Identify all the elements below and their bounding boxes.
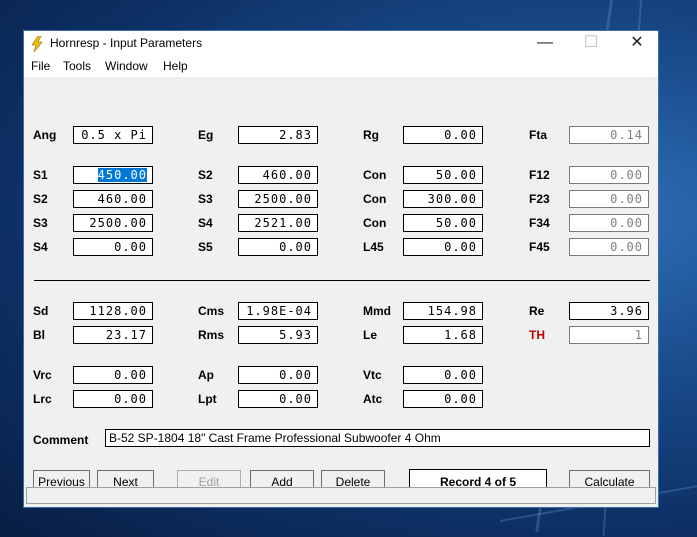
ang-field[interactable]: 0.5 x Pi [73,126,153,144]
s2-field[interactable]: 460.00 [238,166,318,184]
close-button[interactable]: ✕ [614,31,660,57]
minimize-button[interactable]: — [522,31,568,57]
s3-row-field[interactable]: 2500.00 [73,214,153,232]
s2-label: S2 [198,168,213,182]
menu-tools[interactable]: Tools [63,59,91,73]
s5-field[interactable]: 0.00 [238,238,318,256]
rg-label: Rg [363,128,379,142]
f45-field: 0.00 [569,238,649,256]
s4-row-label: S4 [33,240,48,254]
atc-field[interactable]: 0.00 [403,390,483,408]
eg-label: Eg [198,128,214,142]
cms-field[interactable]: 1.98E-04 [238,302,318,320]
mmd-label: Mmd [363,304,391,318]
le-field[interactable]: 1.68 [403,326,483,344]
f23-field: 0.00 [569,190,649,208]
s5-label: S5 [198,240,213,254]
comment-field[interactable]: B-52 SP-1804 18" Cast Frame Professional… [105,429,650,447]
bl-label: Bl [33,328,45,342]
atc-label: Atc [363,392,383,406]
cms-label: Cms [198,304,225,318]
s3-row-label: S3 [33,216,48,230]
con2-label: Con [363,192,387,206]
menu-window[interactable]: Window [105,59,148,73]
sd-field[interactable]: 1128.00 [73,302,153,320]
f34-field: 0.00 [569,214,649,232]
con3-label: Con [363,216,387,230]
status-bar [26,487,656,504]
menu-help[interactable]: Help [163,59,188,73]
con1-label: Con [363,168,387,182]
vtc-label: Vtc [363,368,382,382]
rg-field[interactable]: 0.00 [403,126,483,144]
lightning-icon [31,36,43,52]
lrc-label: Lrc [33,392,52,406]
con3-field[interactable]: 50.00 [403,214,483,232]
re-field[interactable]: 3.96 [569,302,649,320]
s2-row-label: S2 [33,192,48,206]
rms-field[interactable]: 5.93 [238,326,318,344]
mmd-field[interactable]: 154.98 [403,302,483,320]
maximize-button[interactable]: ☐ [568,31,614,57]
th-field: 1 [569,326,649,344]
parameter-panel: Ang 0.5 x Pi Eg 2.83 Rg 0.00 Fta 0.14 S1… [24,77,658,495]
ap-field[interactable]: 0.00 [238,366,318,384]
s4-row-field[interactable]: 0.00 [73,238,153,256]
f23-label: F23 [529,192,550,206]
ap-label: Ap [198,368,214,382]
s4-label: S4 [198,216,213,230]
lpt-label: Lpt [198,392,217,406]
s3-field[interactable]: 2500.00 [238,190,318,208]
rms-label: Rms [198,328,225,342]
lpt-field[interactable]: 0.00 [238,390,318,408]
vrc-label: Vrc [33,368,52,382]
fta-label: Fta [529,128,547,142]
sd-label: Sd [33,304,49,318]
vrc-field[interactable]: 0.00 [73,366,153,384]
separator-line [34,280,650,281]
lrc-field[interactable]: 0.00 [73,390,153,408]
menu-file[interactable]: File [31,59,50,73]
s1-field[interactable]: 450.00 [73,166,153,184]
le-label: Le [363,328,378,342]
l45-field[interactable]: 0.00 [403,238,483,256]
l45-label: L45 [363,240,384,254]
bl-field[interactable]: 23.17 [73,326,153,344]
fta-field: 0.14 [569,126,649,144]
con1-field[interactable]: 50.00 [403,166,483,184]
re-label: Re [529,304,545,318]
f34-label: F34 [529,216,550,230]
menu-bar: File Tools Window Help [24,57,658,77]
s1-label: S1 [33,168,48,182]
th-label: TH [529,328,545,342]
vtc-field[interactable]: 0.00 [403,366,483,384]
s3-label: S3 [198,192,213,206]
con2-field[interactable]: 300.00 [403,190,483,208]
f12-label: F12 [529,168,550,182]
window-title: Hornresp - Input Parameters [50,36,203,50]
f12-field: 0.00 [569,166,649,184]
eg-field[interactable]: 2.83 [238,126,318,144]
s1-selected-text: 450.00 [97,168,147,182]
s4-field[interactable]: 2521.00 [238,214,318,232]
ang-label: Ang [33,128,57,142]
s2-row-field[interactable]: 460.00 [73,190,153,208]
comment-label: Comment [33,433,89,447]
title-bar[interactable]: Hornresp - Input Parameters — ☐ ✕ [24,31,658,57]
input-parameters-window: Hornresp - Input Parameters — ☐ ✕ File T… [23,30,659,508]
f45-label: F45 [529,240,550,254]
